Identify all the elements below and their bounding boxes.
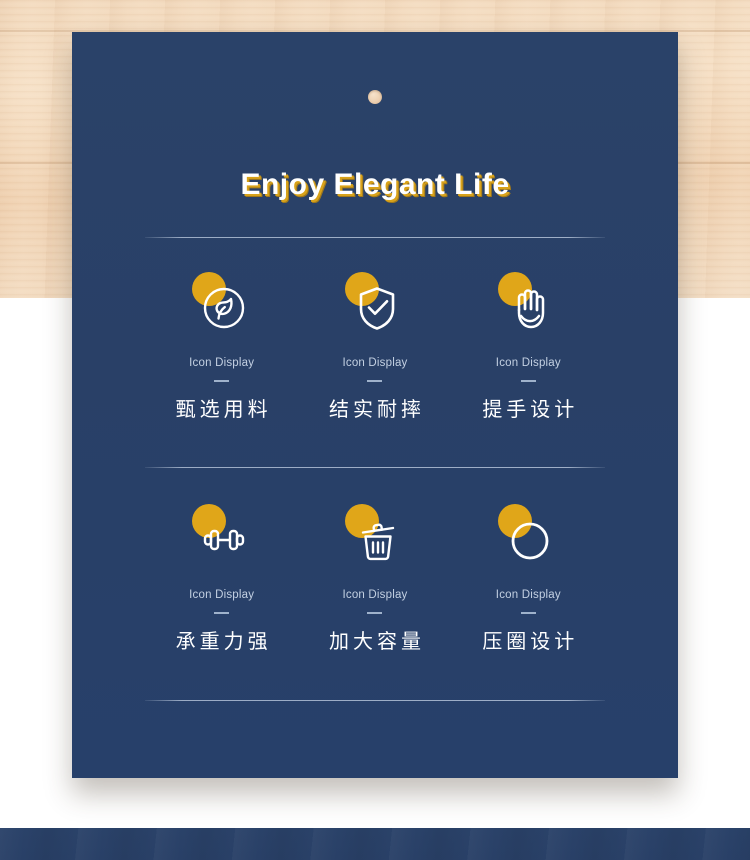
feature-item: Icon Display 提手设计	[452, 272, 605, 422]
product-feature-poster: Enjoy Elegant Life Icon Display 甄选用料 Ico…	[0, 0, 750, 860]
icon-box	[490, 504, 566, 582]
icon-caption: Icon Display	[189, 589, 255, 601]
feature-card: Enjoy Elegant Life Icon Display 甄选用料 Ico…	[72, 32, 678, 778]
icon-caption: Icon Display	[495, 357, 561, 369]
bottom-navy-strip	[0, 828, 750, 860]
feature-item: Icon Display 结实耐摔	[298, 272, 451, 422]
feature-label: 提手设计	[482, 399, 579, 421]
trash-bin-icon	[351, 512, 403, 568]
icon-caption: Icon Display	[342, 589, 408, 601]
feature-label: 加大容量	[328, 631, 425, 653]
icon-caption: Icon Display	[189, 357, 255, 369]
feature-row-2: Icon Display 承重力强 Icon Display 加大容量 Icon…	[145, 504, 605, 654]
divider-top	[145, 237, 605, 238]
shield-check-icon	[351, 280, 403, 336]
label-dash	[367, 612, 383, 614]
feature-item: Icon Display 承重力强	[145, 504, 298, 654]
label-dash	[367, 380, 383, 382]
hand-palm-icon	[504, 280, 556, 336]
ring-circle-icon	[504, 512, 556, 568]
divider-bottom	[145, 700, 605, 701]
feature-label: 压圈设计	[482, 631, 579, 653]
icon-box	[184, 272, 260, 350]
label-dash	[520, 612, 536, 614]
feature-label: 承重力强	[175, 631, 272, 653]
feature-item: Icon Display 加大容量	[298, 504, 451, 654]
feature-row-1: Icon Display 甄选用料 Icon Display 结实耐摔 Icon…	[145, 272, 605, 422]
page-title: Enjoy Elegant Life	[240, 168, 510, 201]
label-dash	[214, 380, 230, 382]
icon-box	[337, 272, 413, 350]
feature-label: 结实耐摔	[328, 399, 425, 421]
label-dash	[214, 612, 230, 614]
icon-caption: Icon Display	[495, 589, 561, 601]
feature-item: Icon Display 甄选用料	[145, 272, 298, 422]
label-dash	[520, 380, 536, 382]
page-title-wrap: Enjoy Elegant Life	[72, 168, 678, 202]
feature-label: 甄选用料	[175, 399, 272, 421]
icon-caption: Icon Display	[342, 357, 408, 369]
dumbbell-icon	[198, 512, 250, 568]
feature-item: Icon Display 压圈设计	[452, 504, 605, 654]
leaf-in-circle-icon	[198, 280, 250, 336]
lanyard-hole-icon	[368, 90, 382, 104]
icon-box	[337, 504, 413, 582]
icon-box	[184, 504, 260, 582]
divider-middle	[145, 467, 605, 468]
icon-box	[490, 272, 566, 350]
